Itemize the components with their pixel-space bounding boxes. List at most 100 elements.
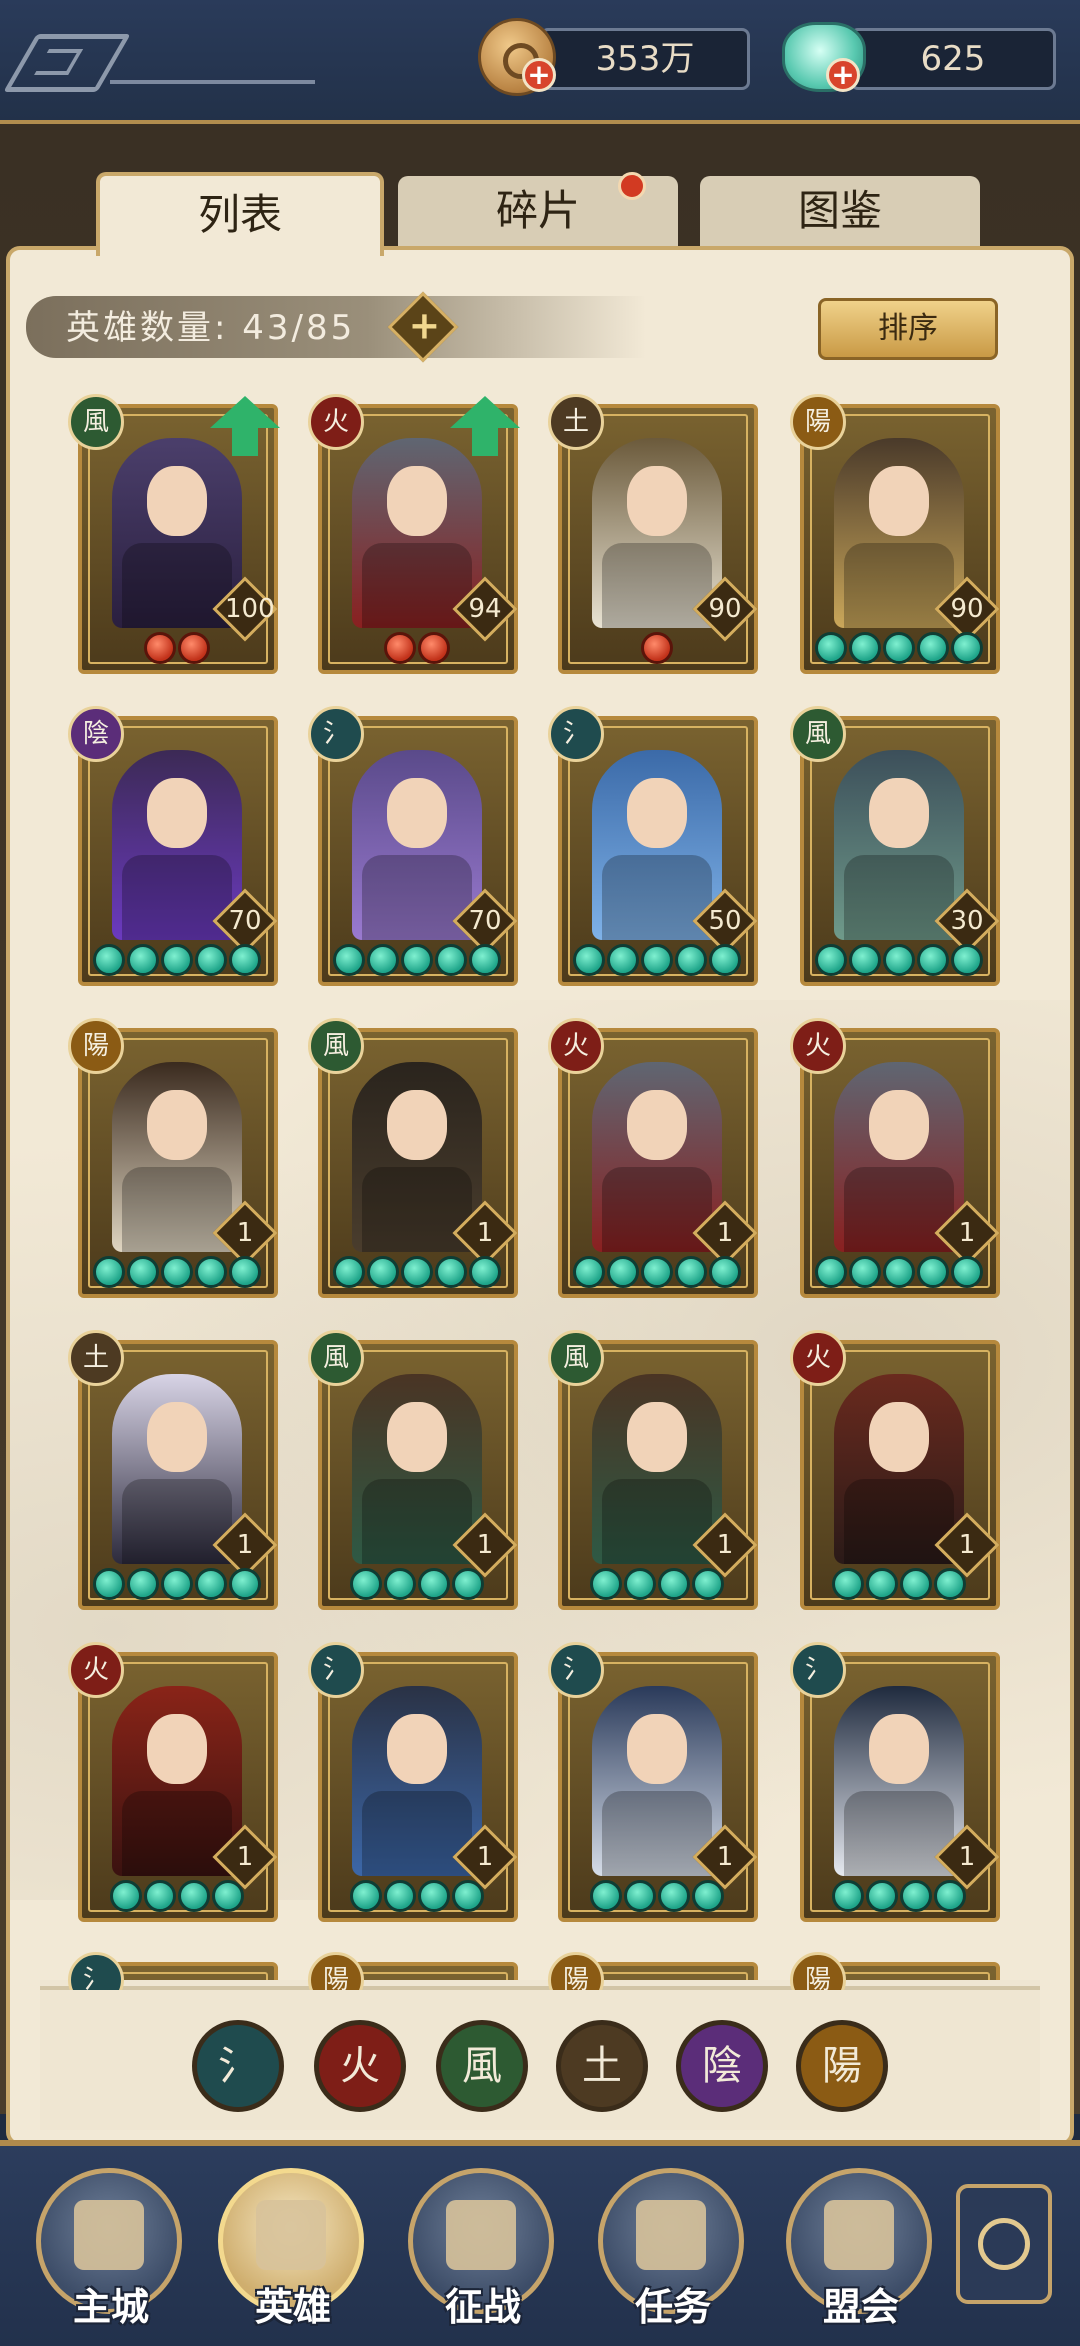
yin-element-icon: 陰	[68, 706, 124, 762]
nav-label: 盟会	[822, 2285, 899, 2329]
yang-element-icon: 陽	[790, 1952, 846, 1990]
star-icon	[144, 1880, 176, 1912]
hero-star-rating	[832, 1880, 966, 1914]
star-icon	[917, 944, 949, 976]
star-icon	[832, 1880, 864, 1912]
star-icon	[815, 1256, 847, 1288]
star-icon	[709, 944, 741, 976]
star-icon	[692, 1880, 724, 1912]
hero-star-rating	[110, 1880, 244, 1914]
hero-star-rating	[333, 944, 501, 978]
guild-icon	[824, 2200, 894, 2270]
star-icon	[93, 1568, 125, 1600]
star-icon	[934, 1568, 966, 1600]
hero-level: 90	[950, 594, 984, 624]
hero-grid: 風 100 火 94 土 90 陽 90 陰 70 氵 70 氵 50 風 30 陽 1 風 1 火 1 火 1 土 1 風 1 風 1 火…	[0, 0, 1080, 1990]
fire-element-icon: 火	[790, 1330, 846, 1386]
wind-element-icon: 風	[308, 1018, 364, 1074]
star-icon	[624, 1568, 656, 1600]
star-icon	[692, 1568, 724, 1600]
star-icon	[658, 1568, 690, 1600]
star-icon	[367, 944, 399, 976]
fire-element-icon: 火	[790, 1018, 846, 1074]
star-icon	[675, 944, 707, 976]
hero-star-rating	[573, 944, 741, 978]
quest-icon	[636, 2200, 706, 2270]
nav-label: 英雄	[254, 2285, 331, 2329]
star-icon	[110, 1880, 142, 1912]
hero-star-rating	[93, 1568, 261, 1602]
hero-star-rating	[384, 632, 450, 666]
star-icon	[607, 944, 639, 976]
hero-level: 1	[236, 1530, 254, 1560]
filter-earth-button[interactable]: 土	[556, 2020, 648, 2112]
hero-star-rating	[93, 1256, 261, 1290]
nav-item-1[interactable]: 英雄	[218, 2168, 368, 2329]
filter-wind-button[interactable]: 風	[436, 2020, 528, 2112]
star-icon	[195, 944, 227, 976]
star-icon	[418, 1880, 450, 1912]
flower-icon	[978, 2218, 1030, 2270]
star-icon	[229, 1568, 261, 1600]
more-menu-button[interactable]	[956, 2184, 1052, 2304]
hero-level: 1	[716, 1842, 734, 1872]
yang-element-icon: 陽	[790, 394, 846, 450]
star-icon	[435, 944, 467, 976]
star-icon	[178, 1880, 210, 1912]
hero-star-rating	[333, 1256, 501, 1290]
star-icon	[951, 1256, 983, 1288]
hero-level: 1	[476, 1218, 494, 1248]
hero-star-rating	[144, 632, 210, 666]
star-icon	[469, 944, 501, 976]
hero-level: 1	[236, 1842, 254, 1872]
hero-level: 1	[476, 1842, 494, 1872]
star-icon	[127, 1256, 159, 1288]
hero-star-rating	[815, 1256, 983, 1290]
water-element-icon: 氵	[308, 706, 364, 762]
filter-water-button[interactable]: 氵	[192, 2020, 284, 2112]
nav-item-0[interactable]: 主城	[36, 2168, 186, 2329]
hero-star-rating	[573, 1256, 741, 1290]
nav-item-2[interactable]: 征战	[408, 2168, 558, 2329]
star-icon	[384, 1568, 416, 1600]
nav-item-4[interactable]: 盟会	[786, 2168, 936, 2329]
hero-level: 100	[225, 594, 275, 624]
star-icon	[333, 944, 365, 976]
earth-element-icon: 土	[68, 1330, 124, 1386]
star-icon	[951, 944, 983, 976]
star-icon	[350, 1880, 382, 1912]
hero-level: 90	[708, 594, 742, 624]
star-icon	[418, 1568, 450, 1600]
upgrade-arrow-icon	[210, 396, 280, 456]
hero-icon	[256, 2200, 326, 2270]
water-element-icon: 氵	[548, 1642, 604, 1698]
star-icon	[161, 1256, 193, 1288]
star-icon	[883, 632, 915, 664]
star-icon	[641, 944, 673, 976]
star-icon	[883, 944, 915, 976]
star-icon	[849, 944, 881, 976]
hero-level: 1	[958, 1530, 976, 1560]
hero-star-rating	[832, 1568, 966, 1602]
star-icon	[384, 632, 416, 664]
star-icon	[675, 1256, 707, 1288]
hero-star-rating	[641, 632, 673, 666]
hero-level: 1	[236, 1218, 254, 1248]
star-icon	[624, 1880, 656, 1912]
star-icon	[641, 632, 673, 664]
fire-element-icon: 火	[308, 394, 364, 450]
star-icon	[883, 1256, 915, 1288]
star-icon	[350, 1568, 382, 1600]
filter-fire-button[interactable]: 火	[314, 2020, 406, 2112]
star-icon	[178, 632, 210, 664]
star-icon	[866, 1568, 898, 1600]
fire-element-icon: 火	[68, 1642, 124, 1698]
filter-yin-button[interactable]: 陰	[676, 2020, 768, 2112]
wind-element-icon: 風	[790, 706, 846, 762]
filter-yang-button[interactable]: 陽	[796, 2020, 888, 2112]
hero-level: 94	[468, 594, 502, 624]
star-icon	[401, 944, 433, 976]
nav-item-3[interactable]: 任务	[598, 2168, 748, 2329]
water-element-icon: 氵	[308, 1642, 364, 1698]
star-icon	[951, 632, 983, 664]
